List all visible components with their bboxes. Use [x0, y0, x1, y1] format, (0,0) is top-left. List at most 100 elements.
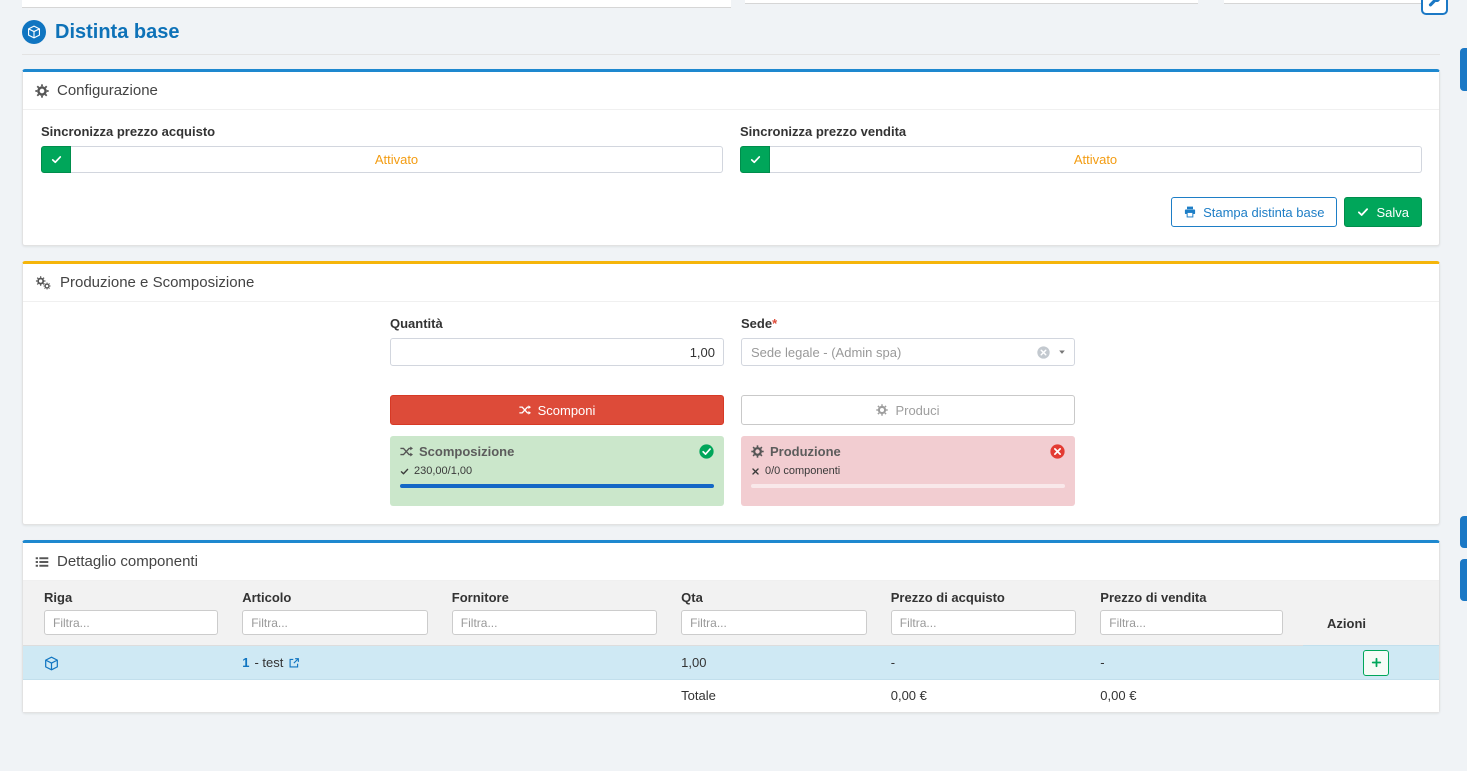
sync-sale-field: Sincronizza prezzo vendita Attivato: [740, 124, 1422, 173]
sede-column: Sede* Sede legale - (Admin spa): [741, 316, 1075, 506]
sync-sale-label: Sincronizza prezzo vendita: [740, 124, 1422, 139]
column-header-prezzo-acquisto: Prezzo di acquisto: [887, 581, 1097, 608]
quantity-column: Quantità Scomponi Scomposizione: [390, 316, 724, 506]
sync-purchase-value[interactable]: Attivato: [71, 146, 723, 173]
save-label: Salva: [1376, 205, 1409, 220]
shuffle-icon: [519, 404, 531, 416]
scomposizione-status: 230,00/1,00: [414, 465, 472, 477]
scomposizione-card: Scomposizione 230,00/1,00: [390, 436, 724, 506]
sede-selected-value: Sede legale - (Admin spa): [751, 345, 1037, 360]
scomposizione-progress-fill: [400, 484, 714, 488]
sync-purchase-field: Sincronizza prezzo acquisto Attivato: [41, 124, 723, 173]
sync-purchase-label: Sincronizza prezzo acquisto: [41, 124, 723, 139]
prezzo-acquisto-cell: -: [887, 646, 1097, 680]
page-header: Distinta base: [22, 20, 1440, 44]
times-circle-icon: [1050, 444, 1065, 459]
column-header-riga: Riga: [23, 581, 238, 608]
column-header-prezzo-vendita: Prezzo di vendita: [1096, 581, 1303, 608]
external-link-icon: [288, 657, 300, 669]
component-row[interactable]: 1 - test 1,00 - -: [23, 646, 1439, 680]
articolo-id: 1: [242, 655, 249, 670]
shuffle-icon: [400, 445, 413, 458]
caret-down-icon[interactable]: [1057, 347, 1067, 357]
produzione-card: Produzione 0/0 componenti: [741, 436, 1075, 506]
components-table: Riga Articolo Fornitore Qta Prezzo di ac…: [23, 581, 1439, 712]
articolo-name: - test: [254, 655, 283, 670]
list-icon: [35, 555, 49, 569]
filter-fornitore-input[interactable]: [452, 610, 657, 635]
prezzo-vendita-cell: -: [1096, 646, 1303, 680]
plus-icon: [1371, 657, 1382, 668]
side-panel-handle[interactable]: [1460, 48, 1467, 91]
fornitore-cell: [448, 646, 677, 680]
filter-articolo-input[interactable]: [242, 610, 428, 635]
scomponi-label: Scomponi: [538, 403, 596, 418]
total-prezzo-vendita: 0,00 €: [1096, 680, 1303, 713]
add-component-button[interactable]: [1363, 650, 1389, 676]
config-panel: Configurazione Sincronizza prezzo acquis…: [22, 69, 1440, 246]
sede-label: Sede*: [741, 316, 1075, 331]
column-header-azioni: Azioni: [1303, 581, 1439, 646]
articolo-link[interactable]: 1 - test: [242, 655, 300, 670]
check-icon: [1357, 206, 1369, 218]
gear-icon: [876, 404, 888, 416]
production-panel: Produzione e Scomposizione Quantità Scom…: [22, 261, 1440, 525]
side-panel-handle[interactable]: [1460, 559, 1467, 601]
total-label: Totale: [677, 680, 887, 713]
config-panel-body: Sincronizza prezzo acquisto Attivato Sin…: [23, 110, 1439, 245]
scomponi-button[interactable]: Scomponi: [390, 395, 724, 425]
gear-icon: [35, 84, 49, 98]
config-panel-header: Configurazione: [23, 72, 1439, 110]
sync-sale-toggle-button[interactable]: [740, 146, 770, 173]
clear-selection-icon[interactable]: [1037, 346, 1050, 359]
required-mark: *: [772, 316, 777, 331]
production-panel-body: Quantità Scomponi Scomposizione: [23, 302, 1439, 524]
check-icon: [400, 467, 409, 476]
quantity-label: Quantità: [390, 316, 724, 331]
column-header-fornitore: Fornitore: [448, 581, 677, 608]
print-bom-button[interactable]: Stampa distinta base: [1171, 197, 1337, 227]
times-icon: [751, 467, 760, 476]
qta-cell: 1,00: [677, 646, 887, 680]
sync-purchase-toggle-button[interactable]: [41, 146, 71, 173]
produzione-card-title: Produzione: [770, 444, 841, 459]
side-panel-handle[interactable]: [1460, 516, 1467, 548]
total-prezzo-acquisto: 0,00 €: [887, 680, 1097, 713]
sede-select[interactable]: Sede legale - (Admin spa): [741, 338, 1075, 366]
produzione-status: 0/0 componenti: [765, 465, 840, 477]
scomposizione-card-title: Scomposizione: [419, 444, 514, 459]
main-content: Distinta base Configurazione Sincronizza…: [22, 0, 1440, 728]
wrench-icon: [1428, 0, 1441, 8]
produzione-progress: [751, 484, 1065, 488]
column-header-articolo: Articolo: [238, 581, 448, 608]
produci-label: Produci: [895, 403, 939, 418]
cogs-icon: [35, 276, 52, 290]
quantity-input[interactable]: [390, 338, 724, 366]
production-panel-header: Produzione e Scomposizione: [23, 264, 1439, 302]
filter-prezzo-vendita-input[interactable]: [1100, 610, 1283, 635]
check-icon: [51, 154, 62, 165]
config-panel-title: Configurazione: [57, 82, 158, 99]
components-panel-header: Dettaglio componenti: [23, 543, 1439, 581]
distinta-base-icon: [22, 20, 46, 44]
filter-qta-input[interactable]: [681, 610, 867, 635]
save-button[interactable]: Salva: [1344, 197, 1422, 227]
column-header-qta: Qta: [677, 581, 887, 608]
filter-riga-input[interactable]: [44, 610, 218, 635]
article-cube-icon: [44, 656, 59, 671]
gear-icon: [751, 445, 764, 458]
print-bom-label: Stampa distinta base: [1203, 205, 1324, 220]
scomposizione-progress: [400, 484, 714, 488]
components-panel-title: Dettaglio componenti: [57, 553, 198, 570]
header-divider: [22, 54, 1440, 55]
production-panel-title: Produzione e Scomposizione: [60, 274, 254, 291]
check-icon: [750, 154, 761, 165]
sync-sale-value[interactable]: Attivato: [770, 146, 1422, 173]
customize-button[interactable]: [1421, 0, 1448, 15]
produci-button[interactable]: Produci: [741, 395, 1075, 425]
check-circle-icon: [699, 444, 714, 459]
filter-prezzo-acquisto-input[interactable]: [891, 610, 1077, 635]
page-title: Distinta base: [55, 21, 179, 44]
printer-icon: [1184, 206, 1196, 218]
components-panel: Dettaglio componenti Riga Articolo Forni…: [22, 540, 1440, 713]
